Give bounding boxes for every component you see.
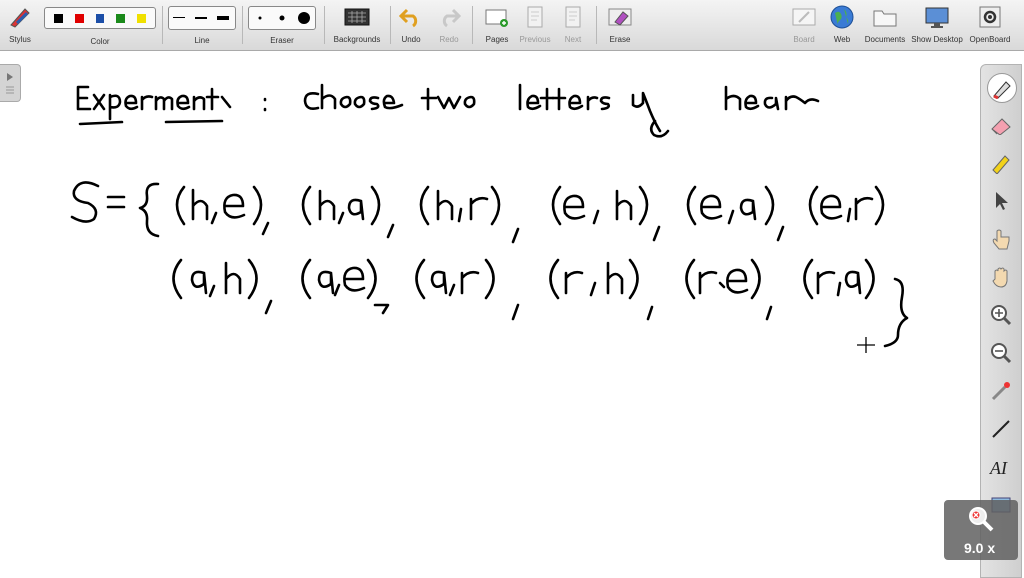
text-tool[interactable]: AI	[987, 453, 1015, 481]
next-page-icon	[558, 3, 588, 31]
handwritten-word-experiment	[76, 85, 232, 126]
color-yellow-swatch[interactable]	[137, 13, 146, 23]
highlighter-icon	[992, 155, 1010, 174]
line-medium-option[interactable]	[191, 15, 213, 21]
redo-button[interactable]: Redo	[434, 3, 464, 44]
highlighter-tool[interactable]	[987, 149, 1015, 177]
svg-text:AI: AI	[989, 458, 1008, 478]
arrow-pointer-icon	[996, 192, 1008, 210]
eraser-medium-option[interactable]	[271, 13, 293, 23]
color-picker[interactable]: Color	[44, 3, 156, 46]
grid-background-icon	[330, 3, 384, 31]
gear-icon	[966, 3, 1014, 31]
openboard-menu-button[interactable]: OpenBoard	[966, 3, 1014, 44]
pages-button[interactable]: Pages	[480, 3, 514, 44]
eraser-icon	[991, 118, 1011, 135]
magnifier-icon	[969, 507, 994, 532]
undo-button[interactable]: Undo	[396, 3, 426, 44]
eraser-size-options	[248, 6, 316, 30]
eraser-size-picker[interactable]: Eraser	[248, 3, 316, 45]
eraser-small-option[interactable]	[249, 13, 271, 23]
whiteboard-canvas[interactable]	[0, 51, 938, 576]
zoom-out-icon	[991, 343, 1012, 364]
folder-icon	[862, 3, 908, 31]
pen-tool[interactable]	[987, 73, 1017, 103]
hand-pointer-icon	[992, 229, 1010, 250]
erase-all-button[interactable]: Erase	[604, 3, 636, 44]
line-width-options	[168, 6, 236, 30]
zoom-level-label: 9.0 x	[964, 540, 996, 556]
pen-icon	[993, 81, 1011, 99]
eraser-large-option[interactable]	[293, 11, 315, 25]
line-tool[interactable]	[987, 415, 1015, 443]
eraser-tool[interactable]	[987, 111, 1015, 139]
zoom-out-tool[interactable]	[987, 339, 1015, 367]
color-red-swatch[interactable]	[74, 13, 84, 23]
color-black-swatch[interactable]	[54, 13, 63, 23]
crosshair-cursor-icon	[857, 337, 875, 353]
web-button[interactable]: Web	[826, 3, 858, 44]
text-icon: AI	[989, 458, 1008, 478]
color-palette	[44, 7, 156, 29]
laser-pointer-icon	[991, 382, 1010, 401]
undo-arrow-icon	[396, 3, 426, 31]
show-desktop-button[interactable]: Show Desktop	[910, 3, 964, 44]
next-page-button[interactable]: Next	[558, 3, 588, 44]
backgrounds-button[interactable]: Backgrounds	[330, 3, 384, 44]
zoom-in-tool[interactable]	[987, 301, 1015, 329]
monitor-icon	[910, 3, 964, 31]
line-thin-option[interactable]	[169, 15, 191, 21]
previous-page-button[interactable]: Previous	[516, 3, 554, 44]
stylus-tool[interactable]: Stylus	[4, 3, 36, 44]
board-button[interactable]: Board	[788, 3, 820, 44]
handwritten-phrase-choose-two-letters-of-hear	[303, 83, 820, 138]
handwritten-set-row-1	[175, 185, 885, 244]
previous-page-icon	[516, 3, 554, 31]
color-green-swatch[interactable]	[116, 13, 126, 23]
erase-board-icon	[604, 3, 636, 31]
line-width-picker[interactable]: Line	[168, 3, 236, 45]
line-icon	[992, 420, 1010, 438]
line-thick-option[interactable]	[213, 14, 235, 22]
stylus-icon	[4, 3, 36, 31]
board-icon	[788, 3, 820, 31]
redo-arrow-icon	[434, 3, 464, 31]
zoom-in-icon	[991, 305, 1012, 326]
open-hand-icon	[992, 267, 1008, 288]
add-page-icon	[480, 3, 514, 31]
color-blue-swatch[interactable]	[95, 13, 105, 23]
interact-tool[interactable]	[987, 225, 1015, 253]
laser-pointer-tool[interactable]	[987, 377, 1015, 405]
hand-pan-tool[interactable]	[987, 263, 1015, 291]
handwritten-sample-space-label	[70, 181, 160, 238]
top-toolbar: Stylus Color Line Eraser Backgrounds Und…	[0, 0, 1024, 51]
zoom-indicator: 9.0 x	[944, 500, 1018, 560]
globe-icon	[826, 3, 858, 31]
documents-button[interactable]: Documents	[862, 3, 908, 44]
handwritten-set-row-2	[172, 258, 909, 348]
selector-tool[interactable]	[987, 187, 1015, 215]
